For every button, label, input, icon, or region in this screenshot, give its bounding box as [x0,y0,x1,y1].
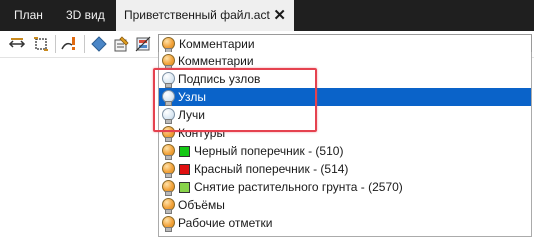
tab-bar: План 3D вид Приветственный файл.act ✕ [0,0,534,31]
list-item-label: Объёмы [178,198,225,212]
color-swatch [179,182,190,193]
list-item[interactable]: Объёмы [159,196,531,214]
lightbulb-on-icon [162,37,175,53]
lightbulb-on-icon[interactable] [162,162,175,178]
tab-3d-view[interactable]: 3D вид [66,0,116,31]
color-swatch [179,146,190,157]
lightbulb-on-icon[interactable] [162,54,175,70]
color-swatch [179,164,190,175]
list-item[interactable]: Красный поперечник - (514) [159,160,531,178]
triangle-warning-icon[interactable] [60,35,78,53]
tab-welcome-file[interactable]: Приветственный файл.act ✕ [116,0,294,31]
list-item[interactable]: Черный поперечник - (510) [159,142,531,160]
lightbulb-on-icon[interactable] [162,144,175,160]
layer-properties-icon[interactable] [134,35,152,53]
edit-note-icon[interactable] [112,35,130,53]
fit-view-icon[interactable] [32,35,50,53]
toolbar-separator [84,35,85,53]
list-item[interactable]: Снятие растительного грунта - (2570) [159,178,531,196]
list-item-label: Рабочие отметки [178,216,273,230]
tab-label: Приветственный файл.act [124,8,270,22]
layer-select-value: Комментарии [179,37,255,51]
list-item-label: Черный поперечник - (510) [194,144,344,158]
tab-label: 3D вид [66,8,105,22]
move-horizontal-icon[interactable] [8,35,26,53]
highlight-frame [153,68,317,132]
tab-label: План [14,8,43,22]
list-item-label: Красный поперечник - (514) [194,162,349,176]
list-item[interactable]: Рабочие отметки [159,214,531,232]
lightbulb-on-icon[interactable] [162,198,175,214]
list-item-label: Снятие растительного грунта - (2570) [194,180,403,194]
lightbulb-on-icon[interactable] [162,216,175,232]
tab-plan[interactable]: План [14,0,54,31]
close-icon[interactable]: ✕ [273,0,286,31]
lightbulb-on-icon[interactable] [162,180,175,196]
diamond-icon[interactable] [90,35,108,53]
toolbar-separator [55,35,56,53]
